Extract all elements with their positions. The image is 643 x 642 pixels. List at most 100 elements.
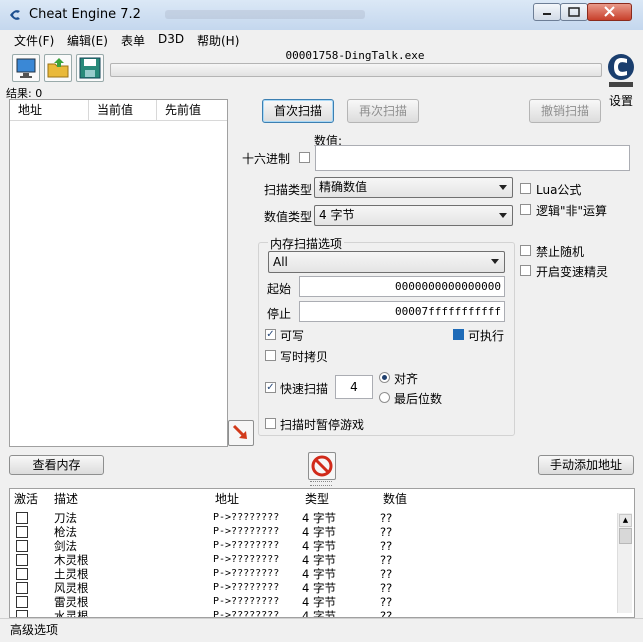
row-value: ?? [380, 511, 393, 525]
next-scan-button[interactable]: 再次扫描 [347, 99, 419, 123]
row-address: P->???????? [213, 596, 280, 607]
speedhack-checkbox[interactable] [520, 265, 531, 276]
copy-to-address-list-button[interactable] [228, 420, 254, 446]
row-type: 4 字节 [302, 539, 336, 553]
table-row[interactable]: 风灵根 P->???????? 4 字节?? [10, 581, 618, 595]
advanced-options-label[interactable]: 高级选项 [10, 621, 58, 638]
writable-checkbox[interactable]: ✓ [265, 329, 276, 340]
last-digits-radio[interactable] [379, 392, 390, 403]
open-file-button[interactable] [44, 54, 72, 82]
first-scan-button[interactable]: 首次扫描 [262, 99, 334, 123]
menu-d3d[interactable]: D3D [158, 32, 184, 46]
memory-region-value: All [273, 255, 288, 269]
executable-label: 可执行 [468, 329, 505, 343]
maximize-button[interactable] [560, 3, 588, 21]
row-type: 4 字节 [302, 609, 336, 618]
row-description: 刀法 [54, 511, 77, 525]
executable-checkbox[interactable] [453, 329, 464, 340]
settings-label[interactable]: 设置 [609, 92, 633, 109]
active-checkbox[interactable] [16, 568, 28, 580]
row-description: 水灵根 [54, 609, 89, 618]
table-row[interactable]: 剑法 P->???????? 4 字节?? [10, 539, 618, 553]
folder-icon [47, 58, 69, 78]
active-checkbox[interactable] [16, 540, 28, 552]
save-button[interactable] [76, 54, 104, 82]
address-list-scrollbar[interactable]: ▲ [617, 513, 632, 613]
row-address: P->???????? [213, 554, 280, 565]
found-address-list[interactable]: 地址 当前值 先前值 [9, 99, 228, 447]
view-memory-button[interactable]: 查看内存 [9, 455, 104, 475]
minimize-button[interactable] [533, 3, 561, 21]
title-bar[interactable]: Cheat Engine 7.2 [0, 0, 643, 31]
active-checkbox[interactable] [16, 582, 28, 594]
splitter-handle[interactable] [310, 481, 332, 486]
column-address[interactable]: 地址 [215, 489, 239, 509]
row-value: ?? [380, 609, 393, 618]
undo-scan-button[interactable]: 撤销扫描 [529, 99, 601, 123]
column-type[interactable]: 类型 [305, 489, 329, 509]
table-row[interactable]: 水灵根 P->???????? 4 字节?? [10, 609, 618, 618]
column-description[interactable]: 描述 [54, 489, 78, 509]
align-label: 对齐 [394, 372, 419, 386]
row-value: ?? [380, 553, 393, 567]
fast-scan-label: 快速扫描 [280, 382, 329, 396]
address-list[interactable]: 激活 描述 地址 类型 数值 刀法 P->???????? 4 字节?? 枪法 P->?… [9, 488, 635, 618]
scroll-up-arrow-icon[interactable]: ▲ [619, 514, 632, 527]
active-checkbox[interactable] [16, 526, 28, 538]
align-radio[interactable] [379, 372, 390, 383]
scan-type-select[interactable]: 精确数值 [314, 177, 513, 198]
close-button[interactable] [587, 3, 632, 21]
table-row[interactable]: 刀法 P->???????? 4 字节?? [10, 511, 618, 525]
row-description: 剑法 [54, 539, 77, 553]
menu-help[interactable]: 帮助(H) [197, 32, 239, 49]
table-row[interactable]: 枪法 P->???????? 4 字节?? [10, 525, 618, 539]
column-address[interactable]: 地址 [10, 100, 89, 121]
active-checkbox[interactable] [16, 512, 28, 524]
row-type: 4 字节 [302, 595, 336, 609]
scroll-thumb[interactable] [619, 528, 632, 544]
start-label: 起始 [267, 282, 292, 296]
column-previous-value[interactable]: 先前值 [157, 100, 227, 121]
row-type: 4 字节 [302, 553, 336, 567]
row-type: 4 字节 [302, 567, 336, 581]
row-type: 4 字节 [302, 511, 336, 525]
column-value[interactable]: 数值 [383, 489, 407, 509]
memory-region-select[interactable]: All [268, 251, 505, 273]
menu-edit[interactable]: 编辑(E) [67, 32, 108, 49]
menu-file[interactable]: 文件(F) [14, 32, 54, 49]
active-checkbox[interactable] [16, 596, 28, 608]
scan-progress-bar [110, 63, 602, 77]
logical-not-label: 逻辑"非"运算 [536, 204, 608, 218]
column-active[interactable]: 激活 [14, 489, 38, 509]
table-row[interactable]: 土灵根 P->???????? 4 字节?? [10, 567, 618, 581]
fast-scan-checkbox[interactable]: ✓ [265, 382, 276, 393]
active-checkbox[interactable] [16, 554, 28, 566]
window-title: Cheat Engine 7.2 [29, 7, 141, 22]
no-random-checkbox[interactable] [520, 245, 531, 256]
logical-not-checkbox[interactable] [520, 204, 531, 215]
start-address-input[interactable]: 0000000000000000 [299, 276, 505, 297]
table-row[interactable]: 木灵根 P->???????? 4 字节?? [10, 553, 618, 567]
chevron-down-icon [491, 259, 499, 264]
pause-game-checkbox[interactable] [265, 418, 276, 429]
column-current-value[interactable]: 当前值 [89, 100, 157, 121]
copy-on-write-label: 写时拷贝 [280, 350, 329, 364]
stop-address-input[interactable]: 00007fffffffffff [299, 301, 505, 322]
fast-scan-alignment-input[interactable]: 4 [335, 375, 373, 399]
active-checkbox[interactable] [16, 610, 28, 617]
copy-on-write-checkbox[interactable] [265, 350, 276, 361]
row-description: 风灵根 [54, 581, 89, 595]
title-blur [165, 10, 365, 19]
value-type-select[interactable]: 4 字节 [314, 205, 513, 226]
row-address: P->???????? [213, 540, 280, 551]
lua-checkbox[interactable] [520, 183, 531, 194]
stop-button[interactable] [308, 452, 336, 480]
menu-table[interactable]: 表单 [121, 32, 145, 49]
add-address-manually-button[interactable]: 手动添加地址 [538, 455, 634, 475]
value-input[interactable] [315, 145, 630, 171]
hex-checkbox[interactable] [299, 152, 310, 163]
close-icon [604, 6, 615, 17]
open-process-button[interactable] [12, 54, 40, 82]
table-row[interactable]: 雷灵根 P->???????? 4 字节?? [10, 595, 618, 609]
cheat-engine-logo-icon[interactable] [606, 50, 636, 90]
